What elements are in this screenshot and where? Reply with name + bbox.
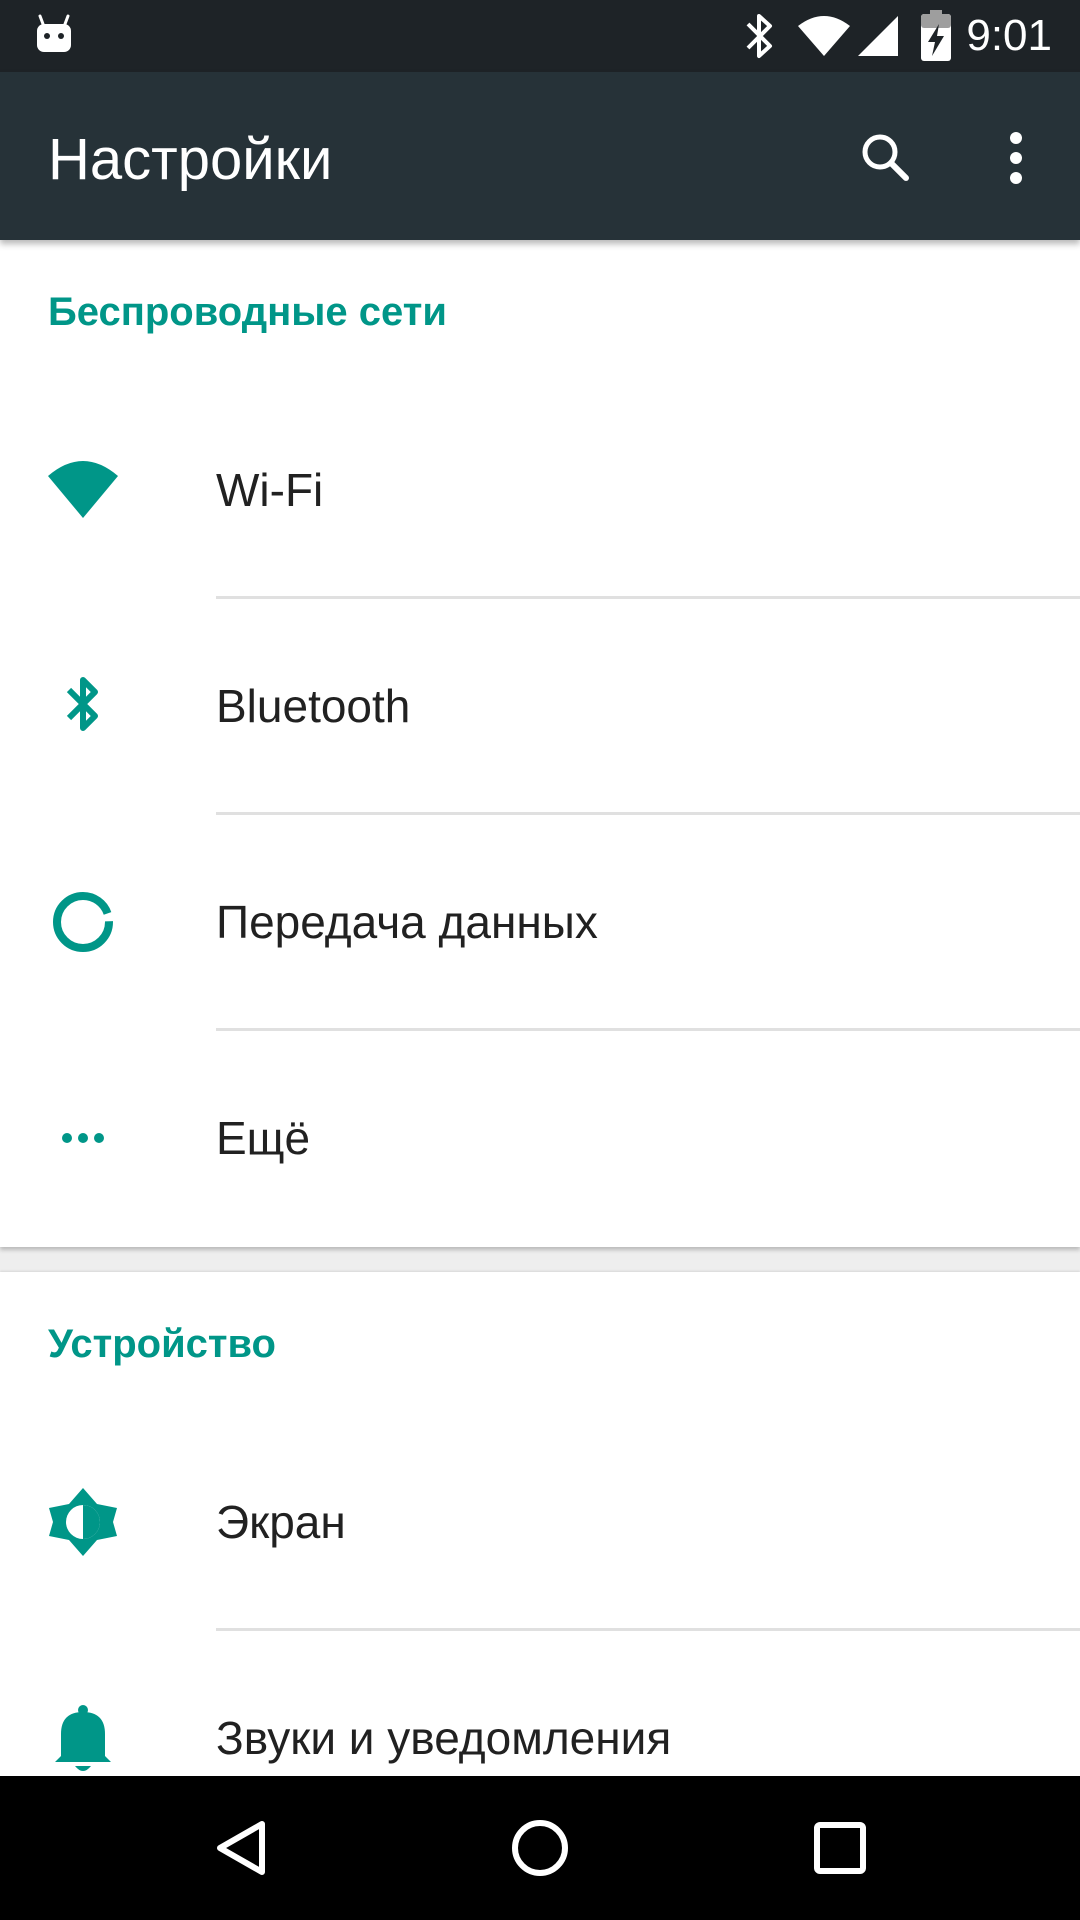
recents-button[interactable] — [798, 1806, 882, 1890]
settings-item-bluetooth[interactable]: Bluetooth — [0, 596, 1080, 811]
back-icon — [217, 1821, 265, 1875]
wireless-section: Беспроводные сети Wi-Fi Bluetooth Переда… — [0, 240, 1080, 1247]
home-icon — [512, 1820, 568, 1876]
status-bar: 9:01 — [0, 0, 1080, 72]
recents-icon — [814, 1822, 866, 1874]
clock: 9:01 — [966, 11, 1052, 60]
page-title: Настройки — [48, 127, 333, 192]
battery-charging-icon — [921, 10, 951, 61]
wifi-icon — [48, 461, 118, 518]
android-debug-icon — [37, 14, 71, 52]
app-bar: Настройки — [0, 72, 1080, 240]
section-header-wireless: Беспроводные сети — [48, 290, 447, 334]
settings-item-display[interactable]: Экран — [0, 1412, 1080, 1627]
settings-item-label: Wi-Fi — [216, 464, 324, 516]
navigation-bar — [0, 1776, 1080, 1920]
settings-item-label: Звуки и уведомления — [216, 1712, 672, 1764]
search-icon — [862, 134, 909, 181]
settings-item-label: Передача данных — [216, 896, 598, 948]
settings-item-label: Ещё — [216, 1112, 311, 1164]
settings-item-more[interactable]: Ещё — [0, 1028, 1080, 1243]
more-vert-icon — [1010, 132, 1022, 184]
back-button[interactable] — [198, 1806, 282, 1890]
section-header-device: Устройство — [48, 1322, 276, 1366]
more-options-button[interactable] — [980, 122, 1052, 194]
data-usage-icon — [53, 892, 113, 952]
device-section: Устройство Экран Звуки и уведомления — [0, 1272, 1080, 1792]
home-button[interactable] — [498, 1806, 582, 1890]
bluetooth-icon — [746, 14, 772, 58]
brightness-icon — [49, 1488, 117, 1556]
bell-icon — [55, 1705, 111, 1771]
settings-item-label: Bluetooth — [216, 680, 411, 732]
settings-item-wifi[interactable]: Wi-Fi — [0, 380, 1080, 595]
cell-signal-icon — [858, 16, 898, 56]
wifi-signal-icon — [798, 16, 850, 56]
bluetooth-icon — [66, 677, 98, 731]
more-horiz-icon — [62, 1133, 104, 1143]
settings-item-data-usage[interactable]: Передача данных — [0, 812, 1080, 1027]
search-button[interactable] — [850, 122, 922, 194]
settings-item-label: Экран — [216, 1496, 346, 1548]
